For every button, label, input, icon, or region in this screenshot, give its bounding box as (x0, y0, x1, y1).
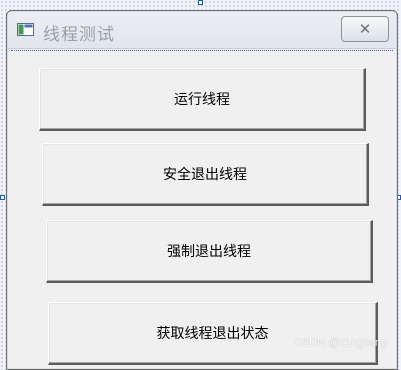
window-icon (17, 23, 34, 36)
close-button[interactable]: ✕ (341, 16, 389, 42)
thread-test-dialog: 线程测试 ✕ 运行线程 安全退出线程 强制退出线程 获取线程退出状态 (6, 10, 398, 370)
selection-handle-left[interactable] (0, 195, 5, 200)
safe-exit-thread-button[interactable]: 安全退出线程 (42, 143, 369, 206)
force-exit-thread-label: 强制退出线程 (167, 244, 251, 260)
focus-dotted-line (11, 50, 393, 51)
get-thread-exit-status-label: 获取线程退出状态 (156, 326, 269, 342)
title-bar[interactable]: 线程测试 ✕ (8, 12, 396, 49)
selection-handle-top[interactable] (198, 0, 203, 5)
run-thread-button[interactable]: 运行线程 (39, 68, 366, 131)
get-thread-exit-status-button[interactable]: 获取线程退出状态 (48, 302, 378, 365)
safe-exit-thread-label: 安全退出线程 (163, 167, 247, 183)
run-thread-label: 运行线程 (174, 92, 230, 108)
csdn-watermark: CSDN @x1ngcang (293, 337, 387, 349)
close-icon: ✕ (358, 19, 372, 38)
window-title: 线程测试 (43, 25, 115, 45)
force-exit-thread-button[interactable]: 强制退出线程 (46, 220, 373, 283)
